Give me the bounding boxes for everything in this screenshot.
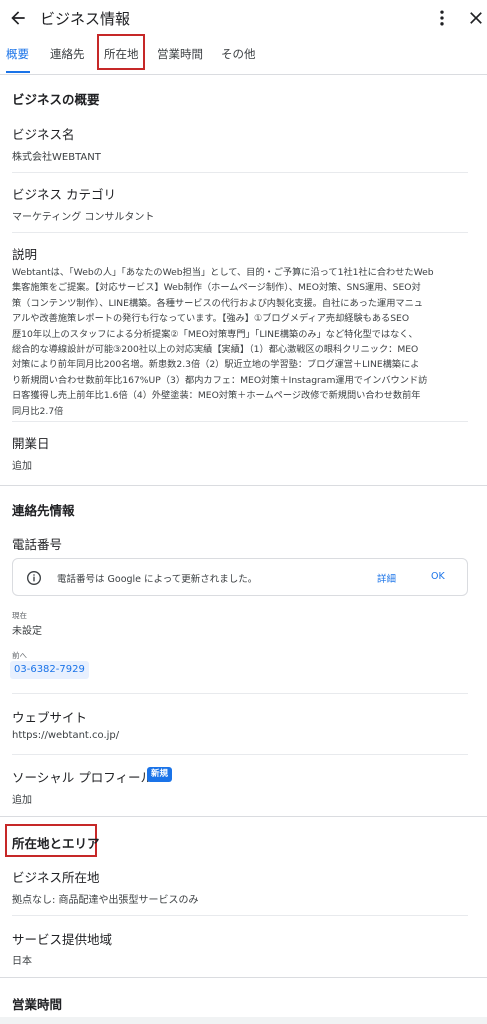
top-app-bar: ビジネス情報 [0, 0, 487, 36]
category-value: マーケティング コンサルタント [12, 212, 155, 223]
info-icon [27, 571, 41, 585]
phone-update-notice: 電話番号は Google によって更新されました。 詳細 OK [12, 558, 468, 596]
active-tab-indicator [6, 71, 30, 73]
category-label[interactable]: ビジネス カテゴリ [12, 184, 116, 203]
back-arrow-icon[interactable] [8, 8, 28, 28]
divider [12, 232, 468, 233]
business-name-label[interactable]: ビジネス名 [12, 124, 75, 143]
tab-bar: 概要 連絡先 所在地 営業時間 その他 [0, 34, 487, 74]
divider [12, 421, 468, 422]
divider [12, 172, 468, 173]
divider [12, 915, 468, 916]
divider [12, 754, 468, 755]
section-divider [0, 977, 487, 978]
notice-detail-link[interactable]: 詳細 [377, 571, 396, 585]
tab-hours[interactable]: 営業時間 [157, 46, 203, 62]
close-icon[interactable] [466, 8, 486, 28]
section-heading-hours: 営業時間 [12, 997, 63, 1012]
highlight-box-location-tab [97, 34, 145, 70]
bottom-strip [0, 1017, 487, 1024]
description-label[interactable]: 説明 [12, 244, 37, 263]
tab-more[interactable]: その他 [221, 46, 256, 62]
service-area-value: 日本 [12, 956, 32, 967]
current-phone-label: 現在 [12, 611, 27, 620]
social-profile-add-link[interactable]: 追加 [12, 791, 32, 806]
previous-phone-label: 前へ [12, 651, 27, 660]
website-label[interactable]: ウェブサイト [12, 707, 87, 726]
description-text: Webtantは、「Webの人」「あなたのWeb担当」として、目的・ご予算に沿っ… [12, 267, 434, 417]
social-profile-label[interactable]: ソーシャル プロフィール [12, 767, 153, 786]
section-heading-overview: ビジネスの概要 [12, 92, 100, 107]
tab-contact[interactable]: 連絡先 [50, 46, 85, 62]
tab-divider [0, 74, 487, 75]
opening-date-add-link[interactable]: 追加 [12, 457, 32, 472]
new-badge: 新規 [147, 767, 173, 782]
divider [12, 693, 468, 694]
business-location-value: 拠点なし: 商品配達や出張型サービスのみ [12, 895, 199, 906]
previous-phone-value[interactable]: 03-6382-7929 [10, 661, 89, 679]
tab-overview[interactable]: 概要 [6, 46, 29, 62]
phone-label[interactable]: 電話番号 [12, 534, 62, 553]
section-divider [0, 485, 487, 486]
page-title: ビジネス情報 [40, 10, 131, 28]
website-value[interactable]: https://webtant.co.jp/ [12, 730, 119, 741]
notice-text: 電話番号は Google によって更新されました。 [57, 574, 258, 585]
section-divider [0, 816, 487, 817]
business-name-value: 株式会社WEBTANT [12, 152, 101, 163]
current-phone-value: 未設定 [12, 626, 42, 637]
more-vert-icon[interactable] [432, 8, 452, 28]
notice-ok-button[interactable]: OK [431, 571, 445, 582]
business-location-label[interactable]: ビジネス所在地 [12, 867, 100, 886]
section-heading-contact: 連絡先情報 [12, 503, 75, 518]
service-area-label[interactable]: サービス提供地域 [12, 929, 112, 948]
opening-date-label[interactable]: 開業日 [12, 433, 50, 452]
section-heading-location: 所在地とエリア [12, 836, 100, 851]
